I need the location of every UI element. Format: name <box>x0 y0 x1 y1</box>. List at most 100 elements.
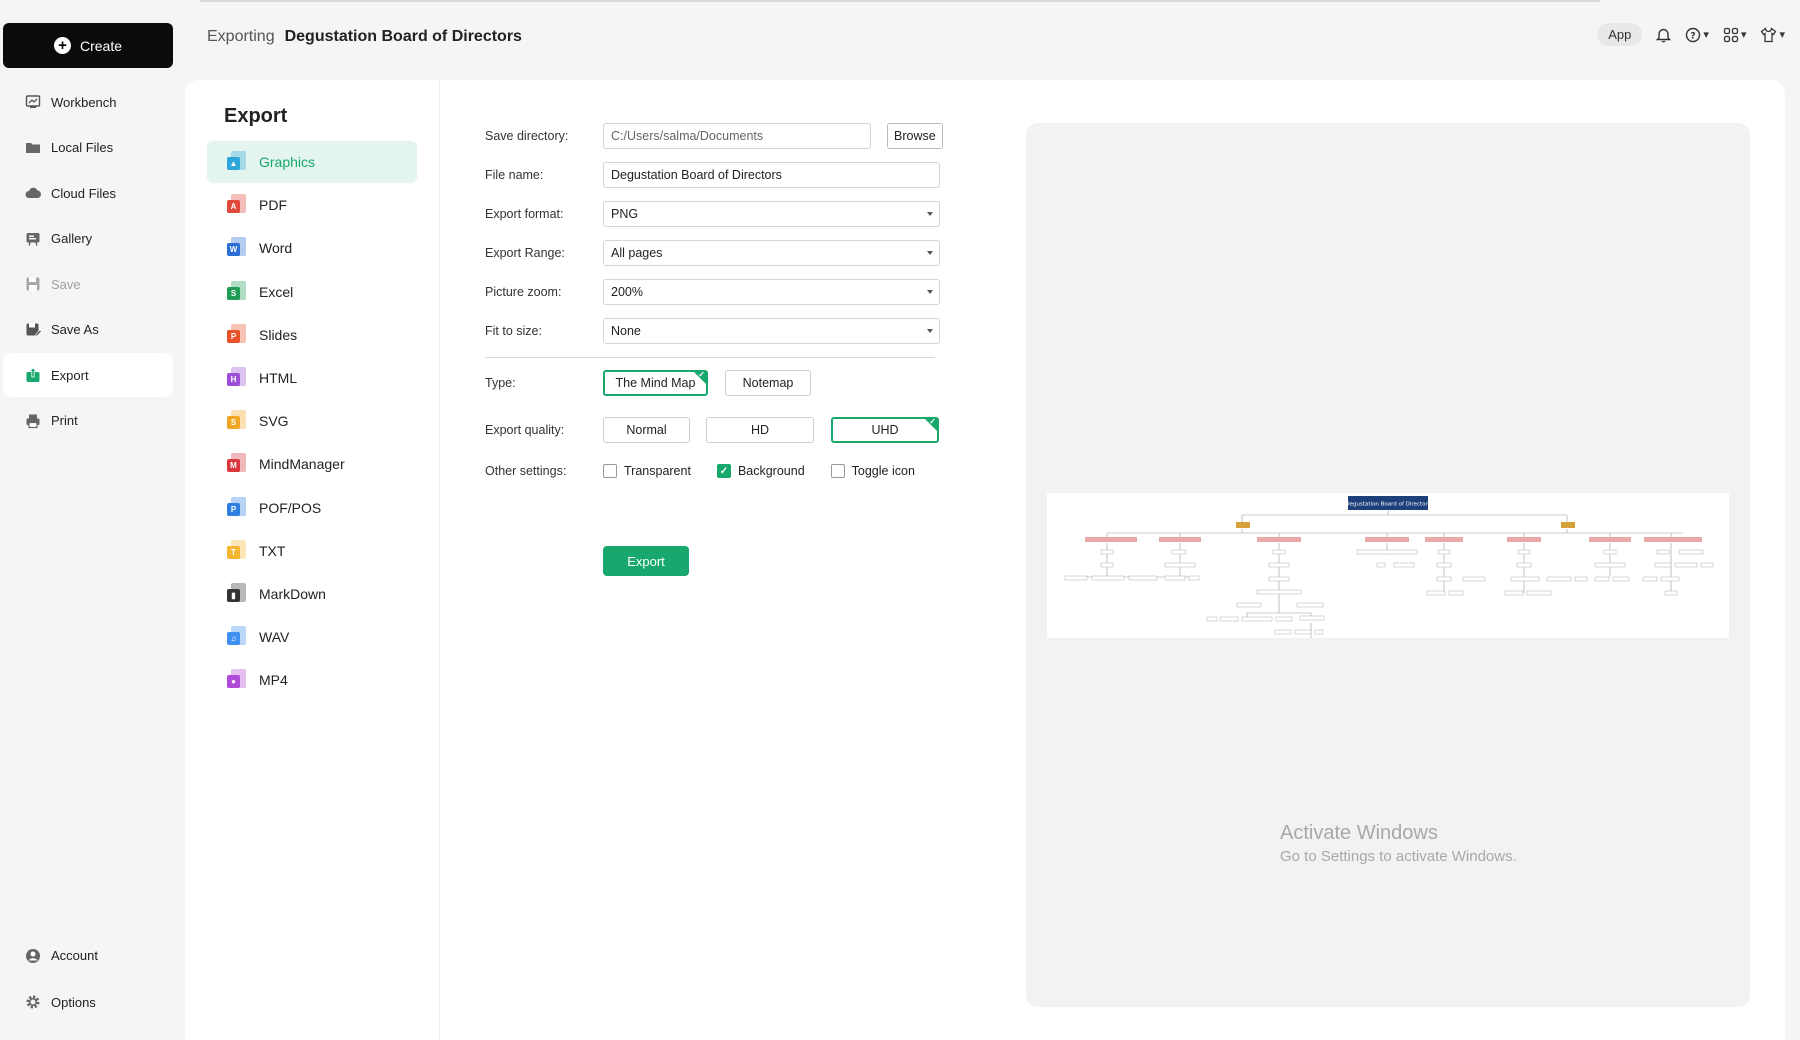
format-item-mindmanager[interactable]: M MindManager <box>207 443 417 485</box>
preview-branch-node <box>1561 522 1575 528</box>
chevron-down-icon <box>927 290 933 294</box>
format-item-label: Word <box>259 240 293 257</box>
preview-area: Degustation Board of Directors <box>1026 123 1750 1007</box>
account-icon <box>24 947 42 965</box>
sidebar-item-label: Account <box>51 948 98 963</box>
sidebar-item-local-files[interactable]: Local Files <box>3 126 173 170</box>
preview-department-nodes <box>1085 537 1702 542</box>
sidebar-item-export[interactable]: Export <box>3 353 173 397</box>
graphics-file-icon: ▲ <box>227 151 247 173</box>
txt-file-icon: T <box>227 539 247 562</box>
format-item-label: PDF <box>259 197 287 214</box>
chevron-down-icon: ▾ <box>1740 29 1747 41</box>
sidebar-item-save-as[interactable]: Save As <box>3 308 173 352</box>
pof-pos-file-icon: P <box>227 496 247 519</box>
format-item-markdown[interactable]: ▮ MarkDown <box>207 573 417 615</box>
format-item-txt[interactable]: T TXT <box>207 530 417 572</box>
fit-to-size-label: Fit to size: <box>485 324 542 338</box>
transparent-checkbox[interactable]: Transparent <box>603 464 691 478</box>
mindmanager-file-icon: M <box>227 453 247 475</box>
help-icon[interactable]: ? ▾ <box>1685 27 1709 43</box>
format-item-slides[interactable]: P Slides <box>207 314 417 356</box>
picture-zoom-select[interactable]: 200% <box>603 279 940 305</box>
type-option-label: Notemap <box>742 376 794 390</box>
sidebar-item-gallery[interactable]: Gallery <box>3 217 173 261</box>
sidebar-item-save[interactable]: Save <box>3 262 173 306</box>
save-as-icon <box>24 321 42 339</box>
type-notemap-button[interactable]: Notemap <box>725 370 811 396</box>
quality-hd-button[interactable]: HD <box>706 417 814 443</box>
sidebar-item-cloud-files[interactable]: Cloud Files <box>3 171 173 215</box>
export-quality-label: Export quality: <box>485 423 565 437</box>
excel-file-icon: S <box>227 280 247 303</box>
toggle-icon-checkbox[interactable]: Toggle icon <box>830 464 915 478</box>
browse-button[interactable]: Browse <box>887 123 943 149</box>
format-item-pdf[interactable]: A PDF <box>207 184 417 226</box>
bell-icon[interactable] <box>1656 27 1672 43</box>
chevron-down-icon <box>927 251 933 255</box>
sidebar-item-workbench[interactable]: Workbench <box>3 80 173 124</box>
format-item-word[interactable]: W Word <box>207 227 417 269</box>
app-button[interactable]: App <box>1597 23 1643 46</box>
format-item-label: MindManager <box>259 456 345 473</box>
sidebar-item-label: Gallery <box>51 231 93 246</box>
check-icon: ✓ <box>929 417 936 426</box>
export-range-select[interactable]: All pages <box>603 240 940 266</box>
export-quality-row: Export quality: Normal HD UHD ✓ <box>485 417 939 443</box>
export-range-value: All pages <box>611 246 663 260</box>
export-range-row: Export Range: All pages <box>485 240 940 266</box>
preview-leaf-nodes <box>1064 549 1714 635</box>
shirt-icon[interactable]: ▾ <box>1760 26 1785 43</box>
format-item-graphics[interactable]: ▲ Graphics <box>207 141 417 183</box>
top-border <box>200 0 1600 2</box>
export-format-select[interactable]: PNG <box>603 201 940 227</box>
type-mind-map-button[interactable]: The Mind Map ✓ <box>603 370 708 396</box>
quality-normal-button[interactable]: Normal <box>603 417 690 443</box>
pdf-file-icon: A <box>227 194 247 216</box>
apps-icon[interactable]: ▾ <box>1723 27 1747 43</box>
fit-to-size-row: Fit to size: None <box>485 318 940 344</box>
export-dialog: Export ▲ Graphics A PDF W Word S Excel P Slides H H… <box>185 80 1785 1040</box>
folder-icon <box>24 139 42 157</box>
sidebar-item-label: Local Files <box>51 140 114 155</box>
type-row: Type: The Mind Map ✓ Notemap <box>485 370 811 396</box>
background-checkbox[interactable]: ✓ Background <box>716 464 805 478</box>
file-name-input[interactable]: Degustation Board of Directors <box>603 162 940 188</box>
format-item-svg[interactable]: S SVG <box>207 400 417 442</box>
format-item-pof-pos[interactable]: P POF/POS <box>207 487 417 529</box>
word-file-icon: W <box>227 237 247 259</box>
checkbox-box <box>603 464 617 478</box>
preview-dept-node <box>1085 537 1137 542</box>
other-settings-label: Other settings: <box>485 464 567 478</box>
quality-uhd-button[interactable]: UHD ✓ <box>831 417 939 443</box>
format-item-mp4[interactable]: ● MP4 <box>207 659 417 701</box>
export-format-value: PNG <box>611 207 639 221</box>
gear-icon <box>24 993 42 1011</box>
save-directory-input[interactable]: C:/Users/salma/Documents <box>603 123 871 149</box>
other-settings-row: Other settings: Transparent ✓ Background… <box>485 464 941 478</box>
export-range-label: Export Range: <box>485 246 565 260</box>
sidebar-item-account[interactable]: Account <box>3 933 173 978</box>
org-chart-thumbnail: Degustation Board of Directors <box>1064 496 1714 638</box>
sidebar-item-options[interactable]: Options <box>3 980 173 1025</box>
mind-map-preview: Degustation Board of Directors <box>1047 493 1729 638</box>
create-button[interactable]: + Create <box>3 23 173 68</box>
preview-dept-node <box>1589 537 1631 542</box>
sidebar-item-label: Options <box>51 994 96 1010</box>
format-item-html[interactable]: H HTML <box>207 357 417 399</box>
breadcrumb: Exporting Degustation Board of Directors <box>207 28 522 46</box>
sidebar-item-print[interactable]: Print <box>3 399 173 443</box>
format-item-wav[interactable]: ♫ WAV <box>207 616 417 658</box>
mp4-file-icon: ● <box>227 669 247 691</box>
preview-root-title: Degustation Board of Directors <box>1345 502 1430 508</box>
preview-branch-node <box>1236 522 1250 528</box>
export-button[interactable]: Export <box>603 546 689 576</box>
fit-to-size-select[interactable]: None <box>603 318 940 344</box>
format-item-excel[interactable]: S Excel <box>207 271 417 313</box>
format-item-label: Graphics <box>259 154 316 170</box>
chevron-down-icon: ▾ <box>1703 29 1709 41</box>
export-format-row: Export format: PNG <box>485 201 940 227</box>
format-item-label: WAV <box>259 629 290 646</box>
preview-dept-node <box>1257 537 1301 542</box>
check-icon: ✓ <box>698 370 705 379</box>
